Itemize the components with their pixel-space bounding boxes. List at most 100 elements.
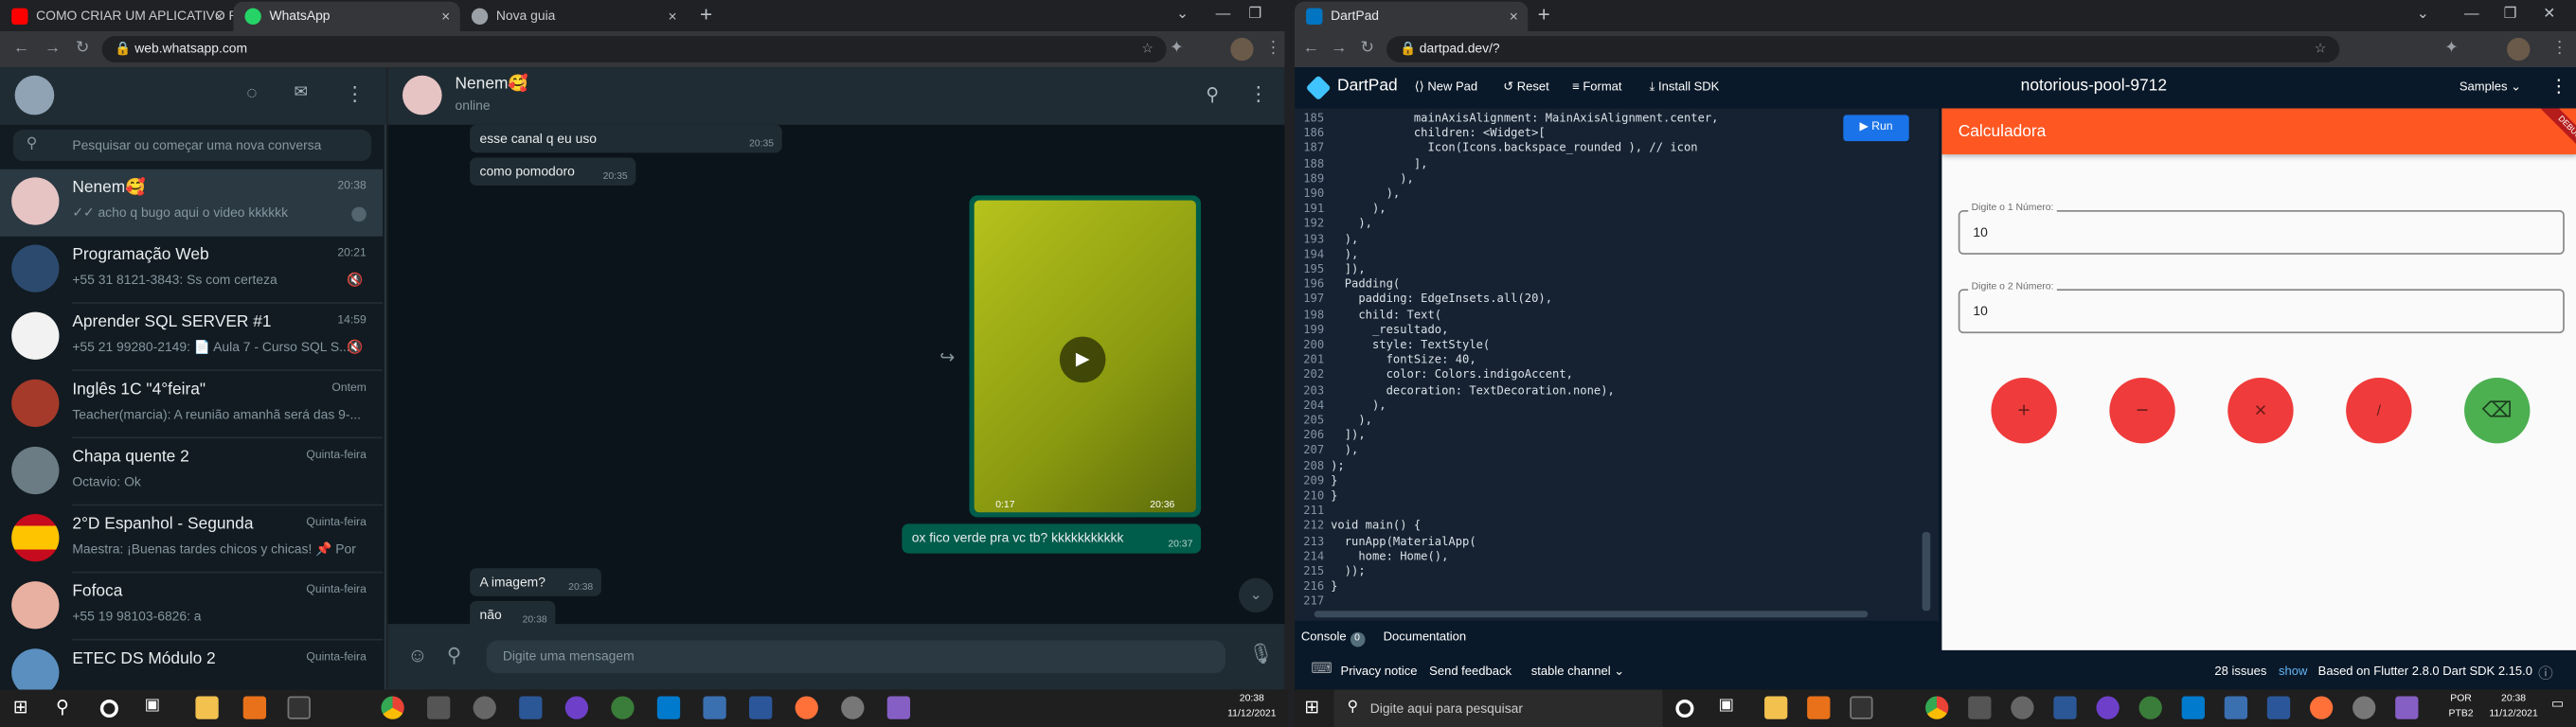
minimize-icon[interactable]: —	[2464, 5, 2479, 21]
chat-item-nenem[interactable]: Nenem🥰 ✓✓ acho q bugo aqui o video kkkkk…	[0, 168, 384, 237]
browser-menu-icon[interactable]: ⋮	[2551, 38, 2567, 61]
install-sdk-button[interactable]: ⤓ Install SDK	[1650, 79, 1720, 95]
scroll-down-button[interactable]: ⌄	[1238, 577, 1274, 613]
word-icon[interactable]	[749, 696, 773, 719]
chat-item-sql-server[interactable]: Aprender SQL SERVER #1 +55 21 99280-2149…	[0, 304, 384, 372]
file-explorer-icon[interactable]	[195, 696, 219, 719]
search-box[interactable]: ⚲ Pesquisar ou começar uma nova conversa	[12, 130, 372, 162]
reset-button[interactable]: ↺ Reset	[1503, 79, 1549, 94]
privacy-link[interactable]: Privacy notice	[1341, 664, 1418, 679]
language-indicator[interactable]: POR	[2444, 695, 2478, 706]
channel-dropdown[interactable]: stable channel ⌄	[1531, 664, 1624, 679]
back-icon[interactable]: ←	[13, 38, 29, 61]
app-icon[interactable]	[2138, 696, 2162, 719]
code-editor[interactable]: 185 mainAxisAlignment: MainAxisAlignment…	[1294, 108, 1939, 621]
play-icon[interactable]: ▶	[1059, 336, 1106, 383]
forward-icon[interactable]: →	[1331, 38, 1347, 61]
tab-search-icon[interactable]: ⌄	[2417, 5, 2429, 23]
more-menu-icon[interactable]: ⋮	[2549, 76, 2567, 98]
tab-close-icon[interactable]: ×	[215, 2, 224, 31]
tab-whatsapp[interactable]: WhatsApp ×	[233, 1, 460, 31]
reload-icon[interactable]: ↻	[76, 38, 90, 61]
console-tab[interactable]: Console 0	[1301, 629, 1365, 647]
format-button[interactable]: ≡ Format	[1572, 79, 1621, 94]
app-icon[interactable]	[703, 696, 726, 719]
terminal-icon[interactable]	[1850, 696, 1873, 719]
app-icon[interactable]	[2352, 696, 2376, 719]
extensions-icon[interactable]: ✦	[1170, 38, 1184, 61]
windows-start-icon[interactable]: ⊞	[1304, 697, 1327, 719]
feedback-link[interactable]: Send feedback	[1429, 664, 1512, 679]
app-icon[interactable]	[841, 696, 865, 719]
chat-item-etec[interactable]: ETEC DS Módulo 2 Quinta-feira	[0, 641, 383, 690]
forward-icon[interactable]: →	[45, 38, 61, 61]
chrome-icon[interactable]	[381, 696, 404, 719]
samples-dropdown[interactable]: Samples ⌄	[2460, 79, 2521, 94]
app-icon[interactable]	[473, 696, 496, 719]
chat-item-fofoca[interactable]: Fofoca +55 19 98103-6826: a Quinta-feira	[0, 573, 384, 641]
task-view-icon[interactable]: ▣	[145, 697, 168, 719]
minimize-icon[interactable]: —	[1216, 5, 1231, 21]
issues-show-link[interactable]: show	[2279, 664, 2307, 679]
editor-hscrollbar[interactable]	[1314, 611, 1869, 618]
app-icon[interactable]	[427, 696, 451, 719]
menu-icon[interactable]: ⋮	[1248, 82, 1268, 105]
taskbar-search[interactable]: ⚲ Digite aqui para pesquisar	[1333, 689, 1663, 727]
contact-name[interactable]: Nenem🥰	[456, 76, 529, 94]
search-icon[interactable]: ⚲	[56, 697, 79, 719]
subtract-button[interactable]: −	[2109, 377, 2175, 444]
firefox-icon[interactable]	[795, 696, 818, 719]
tab-close-icon[interactable]: ×	[669, 2, 677, 31]
app-icon[interactable]	[519, 696, 543, 719]
app-icon[interactable]	[242, 696, 267, 719]
tab-search-icon[interactable]: ⌄	[1176, 5, 1189, 23]
chat-item-chapa-quente[interactable]: Chapa quente 2 Octavio: Ok Quinta-feira	[0, 438, 384, 506]
status-icon[interactable]: ◌	[246, 83, 257, 103]
new-tab-button[interactable]: +	[1538, 2, 1550, 27]
chat-item-espanhol[interactable]: 2°D Espanhol - Segunda Maestra: ¡Buenas …	[0, 505, 384, 574]
github-icon[interactable]	[564, 696, 589, 719]
browser-menu-icon[interactable]: ⋮	[1265, 38, 1281, 61]
reload-icon[interactable]: ↻	[1360, 38, 1374, 61]
search-icon[interactable]: ⚲	[1206, 83, 1219, 105]
url-field[interactable]: 🔒 web.whatsapp.com ☆	[101, 36, 1167, 62]
notification-icon[interactable]: ▭	[2551, 697, 2574, 719]
forward-icon[interactable]: ↪	[939, 346, 955, 368]
keyboard-icon[interactable]: ⌨	[1311, 660, 1333, 678]
extensions-icon[interactable]: ✦	[2444, 38, 2459, 61]
app-icon[interactable]	[2053, 696, 2077, 719]
new-tab-button[interactable]: +	[700, 2, 712, 27]
close-window-icon[interactable]: ✕	[2543, 5, 2555, 23]
task-view-icon[interactable]: ▣	[1718, 697, 1741, 719]
info-icon[interactable]: ⓘ	[2538, 662, 2553, 683]
language-layout[interactable]: PTB2	[2444, 709, 2478, 720]
tab-close-icon[interactable]: ×	[1510, 2, 1518, 31]
message-input[interactable]: Digite uma mensagem	[486, 640, 1226, 674]
profile-avatar[interactable]	[2507, 37, 2531, 62]
tab-youtube[interactable]: COMO CRIAR UM APLICATIVO P... ×	[0, 2, 233, 31]
run-button[interactable]: ▶ Run	[1843, 115, 1909, 142]
restore-icon[interactable]: ❐	[1248, 5, 1261, 23]
emoji-icon[interactable]: ☺	[407, 644, 427, 666]
app-icon[interactable]	[1968, 696, 1992, 719]
restore-icon[interactable]: ❐	[2504, 5, 2517, 23]
number2-field[interactable]: Digite o 2 Número: 10	[1958, 282, 2565, 334]
editor-scrollbar[interactable]	[1922, 532, 1931, 612]
word-icon[interactable]	[2266, 696, 2291, 719]
tab-close-icon[interactable]: ×	[441, 2, 450, 31]
number1-field[interactable]: Digite o 1 Número: 10	[1958, 204, 2565, 255]
chat-item-programacao-web[interactable]: Programação Web +55 31 8121-3843: Ss com…	[0, 237, 384, 304]
chat-item-ingles[interactable]: Inglês 1C "4°feira" Teacher(marcia): A r…	[0, 371, 384, 439]
terminal-icon[interactable]	[287, 696, 311, 719]
app-icon[interactable]	[2224, 696, 2248, 719]
visual-studio-icon[interactable]	[886, 696, 911, 719]
my-avatar[interactable]	[14, 75, 55, 115]
bookmark-star-icon[interactable]: ☆	[1141, 36, 1153, 62]
url-field[interactable]: 🔒 dartpad.dev/? ☆	[1386, 36, 2340, 62]
back-icon[interactable]: ←	[1303, 38, 1319, 61]
backspace-button[interactable]: ⌫	[2464, 377, 2531, 444]
new-pad-button[interactable]: ⟨⟩ New Pad	[1415, 79, 1478, 94]
tab-dartpad[interactable]: DartPad ×	[1294, 1, 1529, 31]
app-icon[interactable]	[2011, 696, 2034, 719]
video-message[interactable]: ▶ 0:17 20:36	[969, 195, 1202, 518]
